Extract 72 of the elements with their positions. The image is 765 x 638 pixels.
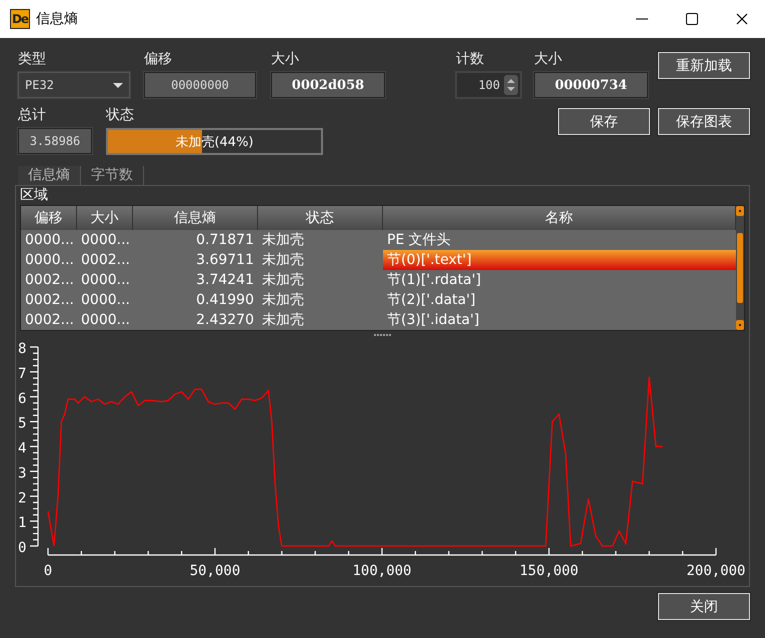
spin-arrows-icon — [504, 75, 518, 95]
x-tick-label: 100,000 — [352, 563, 412, 579]
table-cell[interactable]: 0002... — [21, 270, 77, 290]
table-cell[interactable]: 节(0)['.text'] — [383, 250, 736, 270]
table-cell[interactable]: 0000... — [77, 270, 133, 290]
table-cell[interactable]: 节(3)['.idata'] — [383, 310, 736, 330]
close-icon — [736, 13, 748, 25]
table-cell[interactable]: 未加壳 — [258, 230, 383, 250]
table-cell[interactable]: 0.71871 — [133, 230, 258, 250]
field-label: 类型 — [18, 50, 47, 69]
scrollbar[interactable] — [736, 206, 744, 330]
x-tick-label: 0 — [44, 563, 52, 579]
table-cell[interactable]: 2.43270 — [133, 310, 258, 330]
table-cell[interactable]: 0000... — [21, 230, 77, 250]
scroll-thumb[interactable] — [737, 233, 743, 303]
dropdown-arrow-icon — [113, 82, 123, 88]
x-tick-label: 50,000 — [190, 563, 240, 579]
table-cell[interactable]: 0000... — [77, 290, 133, 310]
table-cell[interactable]: 0000... — [77, 230, 133, 250]
y-tick-label: 4 — [18, 440, 26, 456]
table-cell[interactable]: 未加壳 — [258, 290, 383, 310]
value-field[interactable]: 0002d058 — [271, 72, 385, 98]
app-logo: De — [10, 9, 30, 29]
close-dialog-button[interactable]: 关闭 — [658, 593, 750, 620]
y-tick-label: 5 — [18, 416, 26, 432]
field-label: 状态 — [106, 106, 135, 125]
table-cell[interactable]: 节(2)['.data'] — [383, 290, 736, 310]
column-header[interactable]: 偏移 — [21, 206, 77, 230]
value-field[interactable]: 00000000 — [144, 72, 256, 98]
splitter-handle-icon — [374, 334, 391, 336]
table-cell[interactable]: 0000... — [77, 310, 133, 330]
y-tick-label: 7 — [18, 366, 26, 382]
window-title: 信息熵 — [36, 10, 79, 28]
column-header[interactable]: 大小 — [77, 206, 133, 230]
table-cell[interactable]: 0002... — [21, 290, 77, 310]
table-cell[interactable]: 节(1)['.rdata'] — [383, 270, 736, 290]
table-cell[interactable]: 未加壳 — [258, 250, 383, 270]
y-tick-label: 2 — [18, 490, 26, 506]
group-title: 区域 — [20, 186, 49, 205]
table-cell[interactable]: 未加壳 — [258, 270, 383, 290]
table-cell[interactable]: 3.74241 — [133, 270, 258, 290]
field-label: 偏移 — [144, 50, 173, 69]
field-label: 大小 — [271, 50, 300, 69]
table-cell[interactable]: 0.41990 — [133, 290, 258, 310]
column-header[interactable]: 信息熵 — [133, 206, 258, 230]
y-tick-label: 3 — [18, 465, 26, 482]
total-field[interactable]: 3.58986 — [18, 128, 92, 154]
table-cell[interactable]: 3.69711 — [133, 250, 258, 270]
y-tick-label: 1 — [18, 515, 26, 532]
column-header[interactable]: 状态 — [258, 206, 383, 230]
field-label: 大小 — [534, 50, 563, 69]
progress-text: 未加壳(44%) — [174, 134, 255, 152]
x-tick-label: 200,000 — [686, 563, 746, 579]
value-field[interactable]: 00000734 — [534, 72, 648, 98]
y-tick-label: 6 — [18, 390, 26, 407]
table-cell[interactable]: PE 文件头 — [383, 230, 736, 250]
table-cell[interactable]: 0000... — [21, 250, 77, 270]
save-chart-button[interactable]: 保存图表 — [658, 108, 750, 135]
y-tick-label: 8 — [18, 341, 26, 357]
reload-button[interactable]: 重新加载 — [658, 52, 750, 79]
save-button[interactable]: 保存 — [558, 108, 650, 135]
field-label: 总计 — [18, 106, 47, 125]
table-cell[interactable]: 0002... — [21, 310, 77, 330]
table-cell[interactable]: 未加壳 — [258, 310, 383, 330]
field-label: 计数 — [456, 50, 485, 69]
y-tick-label: 0 — [18, 540, 26, 556]
type-dropdown[interactable]: PE32 — [18, 72, 130, 98]
tab[interactable]: 信息熵 — [18, 166, 81, 185]
count-spinbox[interactable]: 100 — [456, 72, 521, 98]
x-tick-label: 150,000 — [520, 563, 578, 579]
table-cell[interactable]: 0002... — [77, 250, 133, 270]
maximize-icon — [686, 13, 698, 25]
